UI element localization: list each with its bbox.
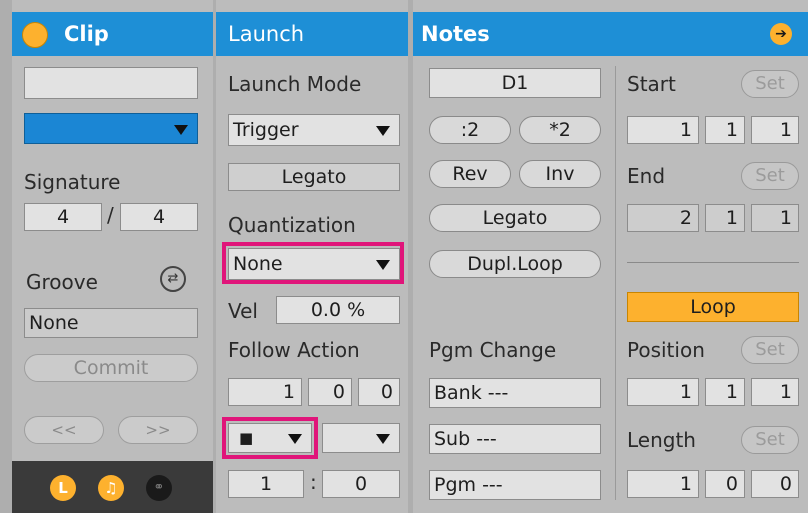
- groove-label: Groove: [26, 270, 98, 294]
- position-beat[interactable]: 1: [705, 378, 745, 406]
- start-label: Start: [627, 72, 676, 96]
- nudge-back-button[interactable]: <<: [24, 416, 104, 444]
- position-label: Position: [627, 338, 705, 362]
- launch-header: Launch: [216, 12, 408, 56]
- signature-separator: /: [107, 203, 114, 227]
- end-sixteenth[interactable]: 1: [751, 204, 799, 232]
- groove-select[interactable]: None: [24, 308, 198, 338]
- commit-button[interactable]: Commit: [24, 354, 198, 382]
- loop-toggle-button[interactable]: Loop: [627, 292, 799, 322]
- follow-time-beat[interactable]: 0: [308, 378, 352, 406]
- notes-title: Notes: [421, 22, 490, 46]
- quantization-label: Quantization: [228, 213, 356, 237]
- launch-mode-label: Launch Mode: [228, 72, 362, 96]
- audio-note-icon[interactable]: ♫: [98, 475, 124, 501]
- clip-header[interactable]: Clip: [12, 12, 213, 56]
- groove-hot-swap-icon[interactable]: ⇄: [160, 266, 186, 292]
- notes-legato-button[interactable]: Legato: [429, 204, 601, 232]
- length-bar[interactable]: 1: [627, 470, 699, 498]
- expand-arrow-icon[interactable]: ➔: [770, 23, 792, 45]
- length-sixteenth[interactable]: 0: [751, 470, 799, 498]
- sub-bank-field[interactable]: Sub ---: [429, 424, 601, 454]
- position-set-button[interactable]: Set: [741, 336, 799, 364]
- clip-panel: Clip Signature 4 / 4 Groove ⇄ None Commi…: [12, 0, 213, 513]
- half-button[interactable]: :2: [429, 116, 511, 144]
- launch-mode-value: Trigger: [233, 119, 299, 141]
- signature-numerator[interactable]: 4: [24, 203, 102, 231]
- nudge-forward-button[interactable]: >>: [118, 416, 198, 444]
- quantization-highlight: [222, 242, 404, 284]
- follow-action-b-select[interactable]: [322, 423, 400, 453]
- launch-mode-select[interactable]: Trigger: [228, 114, 400, 146]
- notes-panel: Notes ➔ D1 :2 *2 Rev Inv Legato Dupl.Loo…: [413, 0, 808, 513]
- link-icon[interactable]: ⚭: [146, 475, 172, 501]
- bank-field[interactable]: Bank ---: [429, 378, 601, 408]
- reverse-button[interactable]: Rev: [429, 160, 511, 188]
- follow-action-label: Follow Action: [228, 338, 360, 362]
- follow-action-highlight: [222, 417, 318, 459]
- program-field[interactable]: Pgm ---: [429, 470, 601, 500]
- launch-legato-button[interactable]: Legato: [228, 163, 400, 191]
- launch-title: Launch: [228, 22, 305, 46]
- clip-title: Clip: [64, 22, 109, 46]
- chevron-down-icon: [376, 126, 390, 136]
- clip-footer: L ♫ ⚭: [12, 461, 213, 513]
- invert-button[interactable]: Inv: [519, 160, 601, 188]
- end-set-button[interactable]: Set: [741, 162, 799, 190]
- follow-chance-b[interactable]: 0: [322, 470, 400, 498]
- chevron-down-icon: [376, 434, 390, 444]
- follow-chance-separator: :: [310, 470, 317, 494]
- program-change-label: Pgm Change: [429, 338, 557, 362]
- clip-color-select[interactable]: [24, 113, 198, 144]
- position-bar[interactable]: 1: [627, 378, 699, 406]
- clip-activator-button[interactable]: [22, 22, 48, 48]
- loop-badge-icon[interactable]: L: [50, 475, 76, 501]
- launch-panel: Launch Launch Mode Trigger Legato Quanti…: [216, 0, 408, 513]
- length-beat[interactable]: 0: [705, 470, 745, 498]
- length-label: Length: [627, 428, 696, 452]
- start-bar[interactable]: 1: [627, 116, 699, 144]
- column-divider: [615, 66, 616, 500]
- section-divider: [627, 262, 799, 263]
- notes-header: Notes ➔: [413, 12, 808, 56]
- end-beat[interactable]: 1: [705, 204, 745, 232]
- start-set-button[interactable]: Set: [741, 70, 799, 98]
- clip-name-field[interactable]: [24, 67, 198, 99]
- double-button[interactable]: *2: [519, 116, 601, 144]
- start-sixteenth[interactable]: 1: [751, 116, 799, 144]
- follow-time-sixteenth[interactable]: 0: [358, 378, 400, 406]
- key-field[interactable]: D1: [429, 68, 601, 98]
- position-sixteenth[interactable]: 1: [751, 378, 799, 406]
- velocity-field[interactable]: 0.0 %: [276, 296, 400, 324]
- end-label: End: [627, 164, 666, 188]
- velocity-label: Vel: [228, 299, 258, 323]
- follow-chance-a[interactable]: 1: [228, 470, 304, 498]
- length-set-button[interactable]: Set: [741, 426, 799, 454]
- start-beat[interactable]: 1: [705, 116, 745, 144]
- duplicate-loop-button[interactable]: Dupl.Loop: [429, 250, 601, 278]
- chevron-down-icon: [174, 124, 188, 135]
- signature-label: Signature: [24, 170, 121, 194]
- signature-denominator[interactable]: 4: [120, 203, 198, 231]
- follow-time-bar[interactable]: 1: [228, 378, 302, 406]
- end-bar[interactable]: 2: [627, 204, 699, 232]
